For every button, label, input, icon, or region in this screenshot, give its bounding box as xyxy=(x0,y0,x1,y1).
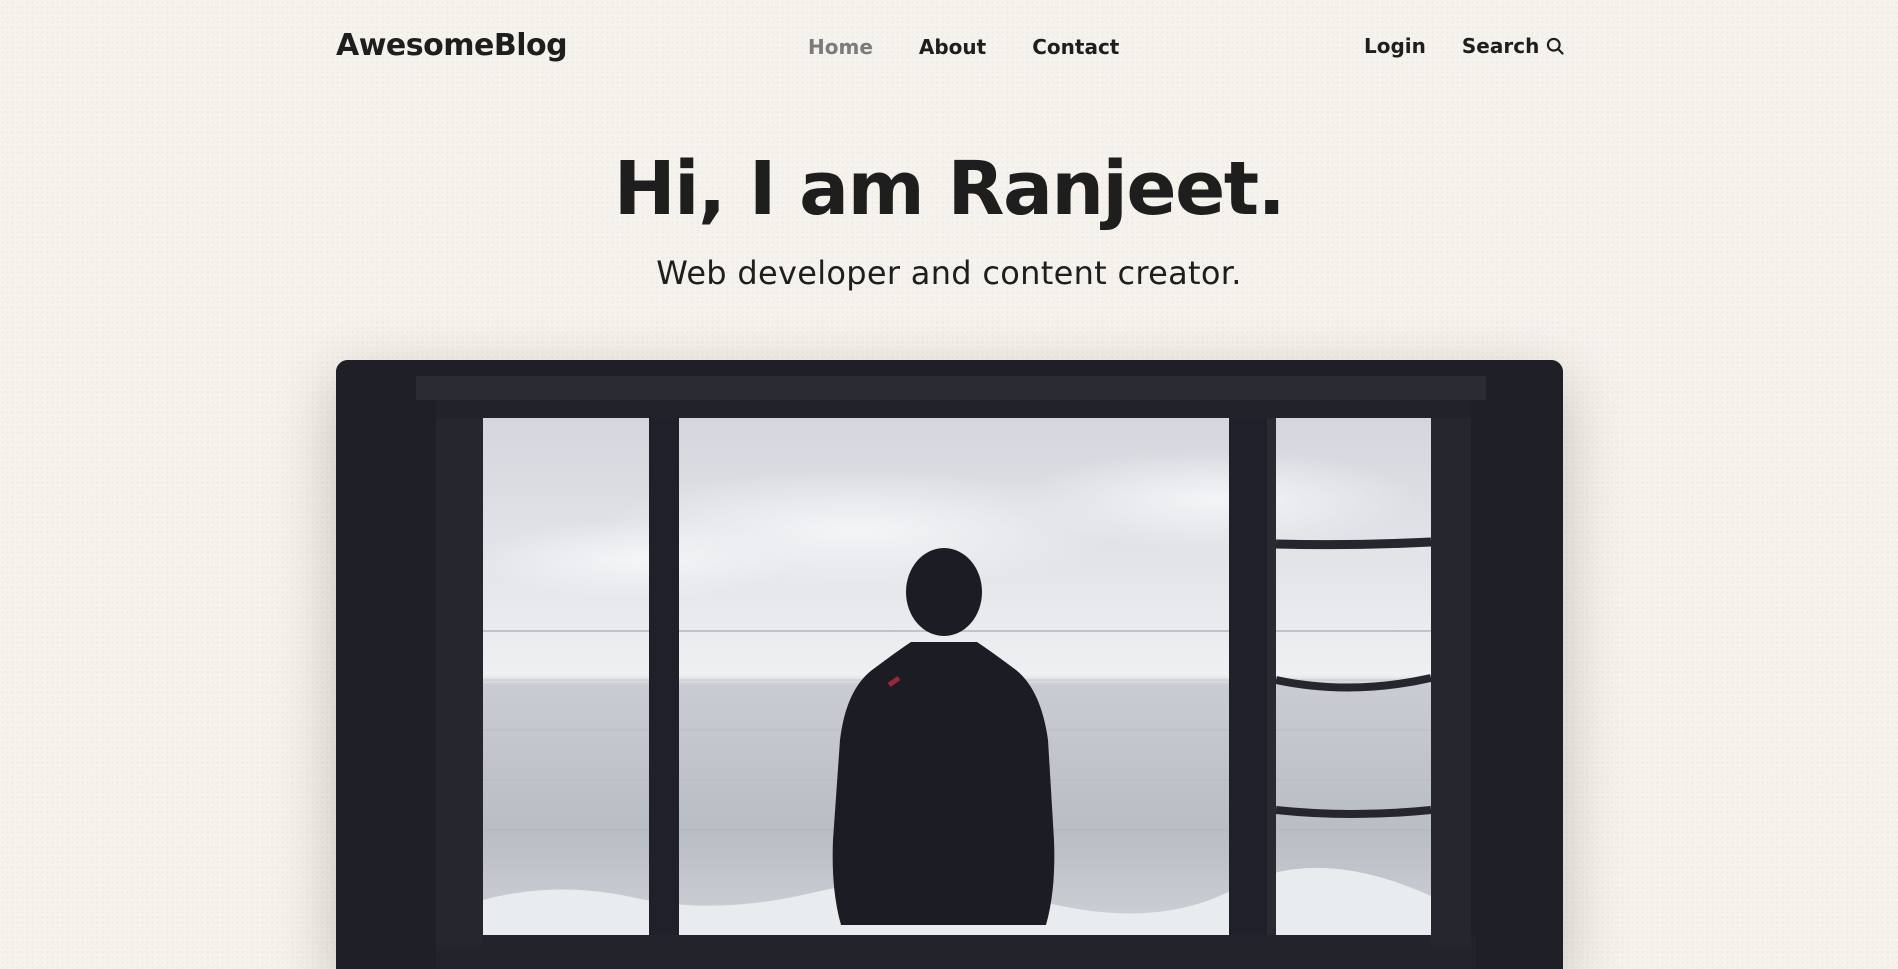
login-link[interactable]: Login xyxy=(1364,34,1426,58)
search-label: Search xyxy=(1461,34,1540,58)
hero-subtitle: Web developer and content creator. xyxy=(656,254,1242,292)
search-button[interactable]: Search xyxy=(1462,34,1565,58)
header-actions: Login Search xyxy=(1364,34,1565,58)
hero-image xyxy=(336,360,1563,969)
nav-contact-link[interactable]: Contact xyxy=(1032,35,1119,59)
brand-logo[interactable]: AwesomeBlog xyxy=(336,28,568,63)
hero-photo-illustration xyxy=(336,360,1563,969)
hero-title: Hi, I am Ranjeet. xyxy=(613,146,1286,232)
nav-home-link[interactable]: Home xyxy=(808,35,873,59)
search-icon xyxy=(1547,37,1564,55)
main-menu: Home About Contact xyxy=(808,35,1119,59)
top-navigation: AwesomeBlog Home About Contact Login Sea… xyxy=(0,0,1898,92)
nav-about-link[interactable]: About xyxy=(919,35,986,59)
